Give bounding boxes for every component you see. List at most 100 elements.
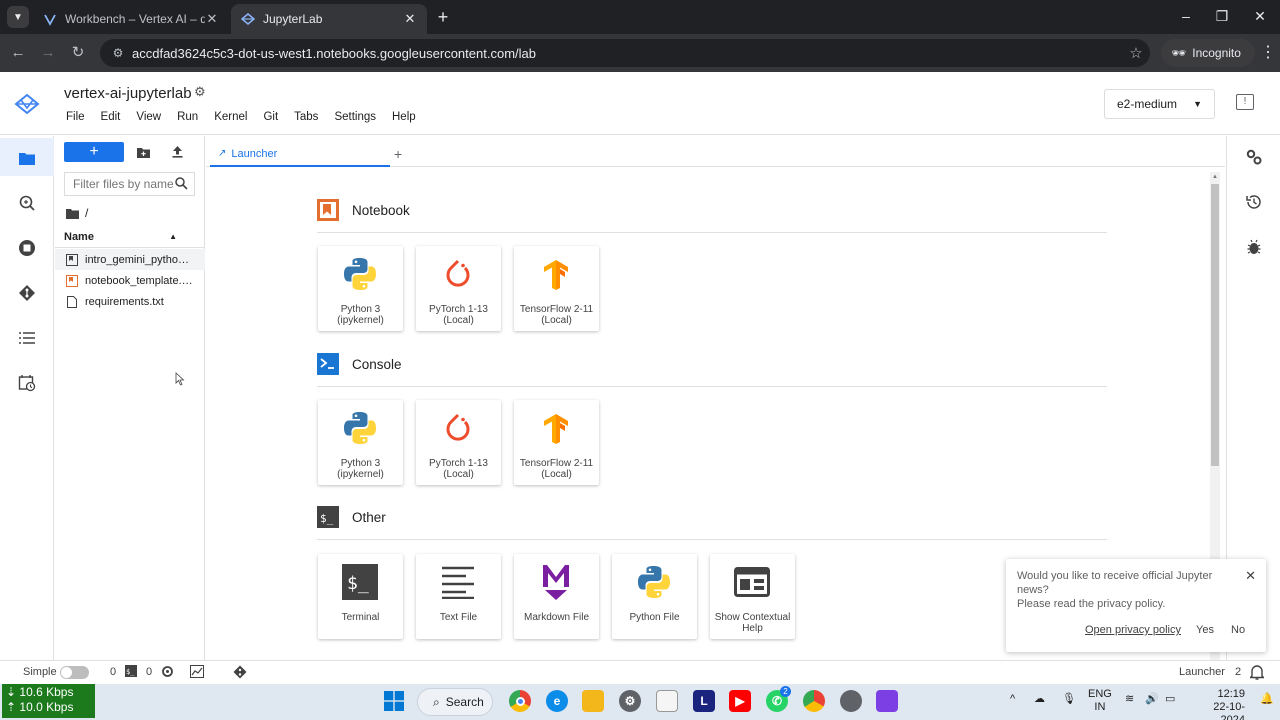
file-row[interactable]: notebook_template.i... [55,270,205,291]
simple-mode-toggle[interactable] [60,666,89,679]
upload-icon[interactable] [170,145,184,159]
file-explorer-icon[interactable] [582,690,604,712]
window-close-icon[interactable]: ✕ [1250,8,1270,25]
breadcrumb-root[interactable]: / [85,206,88,220]
chrome-icon[interactable] [509,690,531,712]
clipchamp-icon[interactable] [876,690,898,712]
notifications-bell-icon[interactable]: 🔔 [1260,693,1274,706]
volume-icon[interactable]: 🔊 [1145,693,1159,706]
menu-git[interactable]: Git [263,111,278,123]
bookmark-star-icon[interactable]: ☆ [1122,44,1150,62]
search-zoom-icon[interactable] [17,193,37,213]
scrollbar-thumb[interactable] [1211,184,1219,466]
home-folder-icon[interactable] [66,208,79,219]
browser-tab-workbench[interactable]: Workbench – Vertex AI – qwikla ✕ [33,4,229,34]
browser-menu-icon[interactable]: ⋮ [1260,42,1276,62]
file-row[interactable]: requirements.txt [55,291,205,312]
url-text[interactable]: accdfad3624c5c3-dot-us-west1.notebooks.g… [132,46,1122,61]
menu-settings[interactable]: Settings [334,111,376,123]
git-icon[interactable] [17,283,37,303]
debugger-bug-icon[interactable] [1245,238,1263,256]
yes-button[interactable]: Yes [1196,624,1214,636]
tab-launcher[interactable]: ↗ Launcher [210,142,390,167]
machine-type-select[interactable]: e2-medium ▼ [1104,89,1215,119]
close-icon[interactable]: ✕ [1245,568,1256,584]
notification-count[interactable]: 2 [1235,666,1241,678]
running-kernels-icon[interactable] [17,238,37,258]
youtube-icon[interactable]: ▶ [729,690,751,712]
address-bar[interactable]: ⚙ accdfad3624c5c3-dot-us-west1.notebooks… [100,39,1150,67]
kernels-count[interactable]: 0 [146,666,152,678]
reload-icon[interactable]: ↻ [68,43,88,63]
resource-usage-chart-icon[interactable] [190,665,204,681]
edge-icon[interactable]: e [546,690,568,712]
menu-view[interactable]: View [136,111,161,123]
launcher-card-python-file[interactable]: Python File [612,554,697,639]
no-button[interactable]: No [1231,624,1245,636]
menu-help[interactable]: Help [392,111,416,123]
browser-tab-jupyterlab[interactable]: JupyterLab ✕ [231,4,427,34]
back-icon[interactable]: ← [8,43,28,63]
table-of-contents-icon[interactable] [17,328,37,348]
tab-search-button[interactable]: ▼ [7,6,29,28]
close-icon[interactable]: ✕ [403,11,417,27]
tray-cloud-icon[interactable]: ☁ [1034,693,1045,706]
launcher-card-contextual-help[interactable]: Show Contextual Help [710,554,795,639]
launcher-card-tensorflow-console[interactable]: TensorFlow 2-11 (Local) [514,400,599,485]
search-icon: ⌕ [433,694,440,709]
name-column-header[interactable]: Name ▲ [55,226,205,248]
forward-icon[interactable]: → [38,43,58,63]
menu-kernel[interactable]: Kernel [214,111,247,123]
git-status-icon[interactable] [233,665,247,682]
microphone-icon[interactable]: 🎙 [1062,693,1076,706]
menu-file[interactable]: File [66,111,85,123]
file-browser-folder-icon[interactable] [17,148,37,168]
scheduler-calendar-icon[interactable] [17,373,37,393]
launcher-card-pytorch-console[interactable]: PyTorch 1-13 (Local) [416,400,501,485]
feedback-icon[interactable]: ! [1236,94,1254,110]
launcher-card-tensorflow-notebook[interactable]: TensorFlow 2-11 (Local) [514,246,599,331]
wifi-icon[interactable]: ≋ [1125,693,1134,706]
open-privacy-policy-link[interactable]: Open privacy policy [1085,624,1181,636]
scroll-up-arrow-icon[interactable]: ▲ [1212,174,1218,180]
chrome-incognito-icon[interactable] [840,690,862,712]
add-tab-button[interactable]: + [394,146,402,162]
new-tab-button[interactable]: + [433,7,453,27]
file-filter-input[interactable] [73,177,173,191]
file-filter-field[interactable] [64,172,195,196]
launcher-card-pytorch-notebook[interactable]: PyTorch 1-13 (Local) [416,246,501,331]
battery-icon[interactable]: ▭ [1165,693,1175,706]
minimize-icon[interactable]: – [1176,8,1196,24]
restore-icon[interactable]: ❐ [1212,8,1232,25]
launcher-card-terminal[interactable]: $_ Terminal [318,554,403,639]
l-app-icon[interactable]: L [693,690,715,712]
tray-chevron-icon[interactable]: ^ [1010,693,1015,706]
windows-start-icon[interactable] [383,690,405,712]
new-launcher-button[interactable]: + [64,142,124,162]
terminal-icon[interactable]: $_ [125,665,137,680]
new-folder-icon[interactable] [136,145,150,159]
menu-run[interactable]: Run [177,111,198,123]
launcher-card-text-file[interactable]: Text File [416,554,501,639]
launcher-card-python3-console[interactable]: Python 3 (ipykernel) [318,400,403,485]
settings-gear-icon[interactable]: ⚙ [194,84,206,100]
terminals-count[interactable]: 0 [110,666,116,678]
kernel-gear-icon[interactable] [161,665,174,681]
language-indicator[interactable]: ENG IN [1088,688,1112,714]
property-inspector-gears-icon[interactable] [1245,148,1263,166]
incognito-indicator[interactable]: 🕶 Incognito [1161,39,1255,67]
menu-edit[interactable]: Edit [101,111,121,123]
taskbar-search[interactable]: ⌕ Search [417,688,493,716]
launcher-card-markdown-file[interactable]: Markdown File [514,554,599,639]
app-icon-red-dot[interactable]: ⚙ [619,690,641,712]
site-info-icon[interactable]: ⚙ [104,46,132,60]
clock[interactable]: 12:19 22-10-2024 [1193,688,1245,720]
history-icon[interactable] [1245,193,1263,211]
close-icon[interactable]: ✕ [205,11,219,27]
chrome-profile-icon[interactable] [803,690,825,712]
file-row[interactable]: intro_gemini_python... [55,249,205,270]
bell-icon[interactable] [1248,664,1266,683]
launcher-card-python3-notebook[interactable]: Python 3 (ipykernel) [318,246,403,331]
menu-tabs[interactable]: Tabs [294,111,318,123]
store-icon[interactable] [656,690,678,712]
